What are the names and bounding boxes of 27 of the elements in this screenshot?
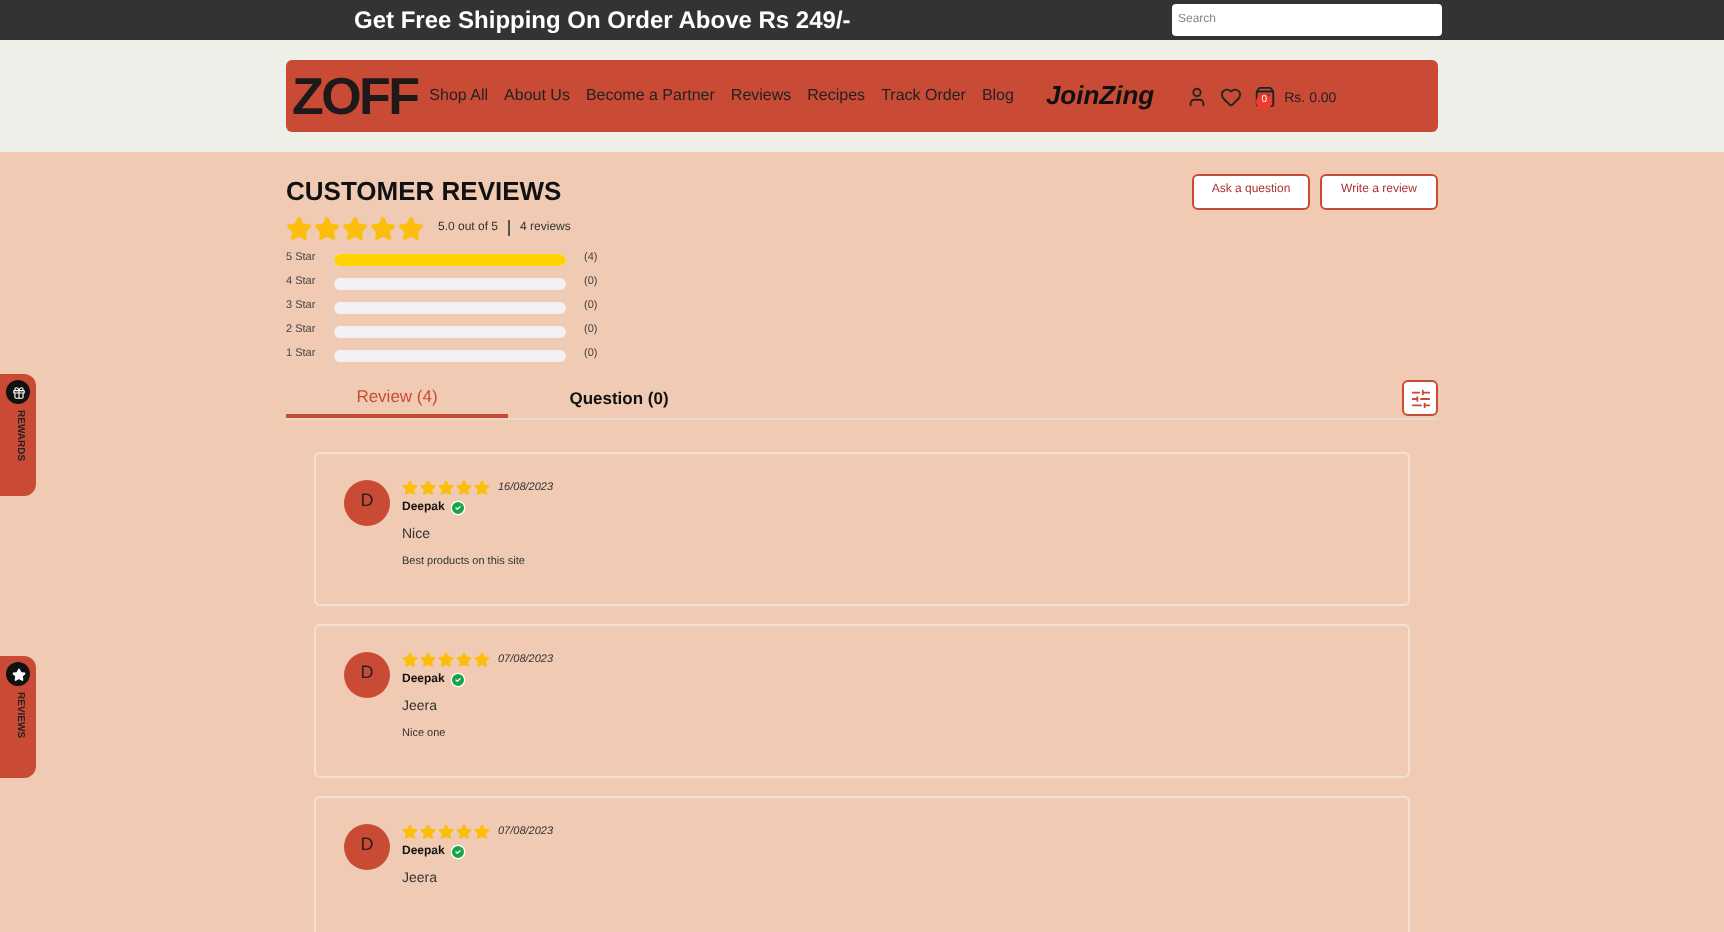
avatar: D: [344, 823, 390, 869]
wishlist-icon[interactable]: [1220, 85, 1243, 107]
logo[interactable]: ZOFF: [292, 70, 418, 122]
filter-button[interactable]: [1402, 380, 1438, 416]
star-icon: [314, 215, 340, 241]
avatar: D: [344, 479, 390, 525]
star-icon: [398, 215, 424, 241]
nav-link[interactable]: Reviews: [730, 84, 792, 108]
gift-icon: [6, 380, 30, 404]
nav-link[interactable]: Blog: [981, 84, 1014, 108]
nav-link[interactable]: Shop All: [429, 84, 489, 108]
star-icon: [342, 215, 368, 241]
nav-link[interactable]: About Us: [504, 84, 570, 108]
star-icon: [286, 215, 312, 241]
star-icon: [370, 215, 396, 241]
tab[interactable]: Question (0): [508, 378, 730, 418]
filter-icon: [1409, 387, 1431, 409]
promo-logo[interactable]: JoinZing: [1045, 76, 1155, 116]
account-icon[interactable]: [1186, 85, 1209, 107]
nav-link[interactable]: Recipes: [807, 84, 866, 108]
section-title: CUSTOMER REVIEWS: [286, 174, 562, 210]
nav-link[interactable]: Become a Partner: [585, 84, 715, 108]
announcement-text: Get Free Shipping On Order Above Rs 249/-: [354, 4, 853, 38]
tab[interactable]: Review (4): [286, 378, 508, 418]
nav-link[interactable]: Track Order: [881, 84, 966, 108]
star-icon: [6, 662, 30, 686]
avatar: D: [344, 651, 390, 697]
